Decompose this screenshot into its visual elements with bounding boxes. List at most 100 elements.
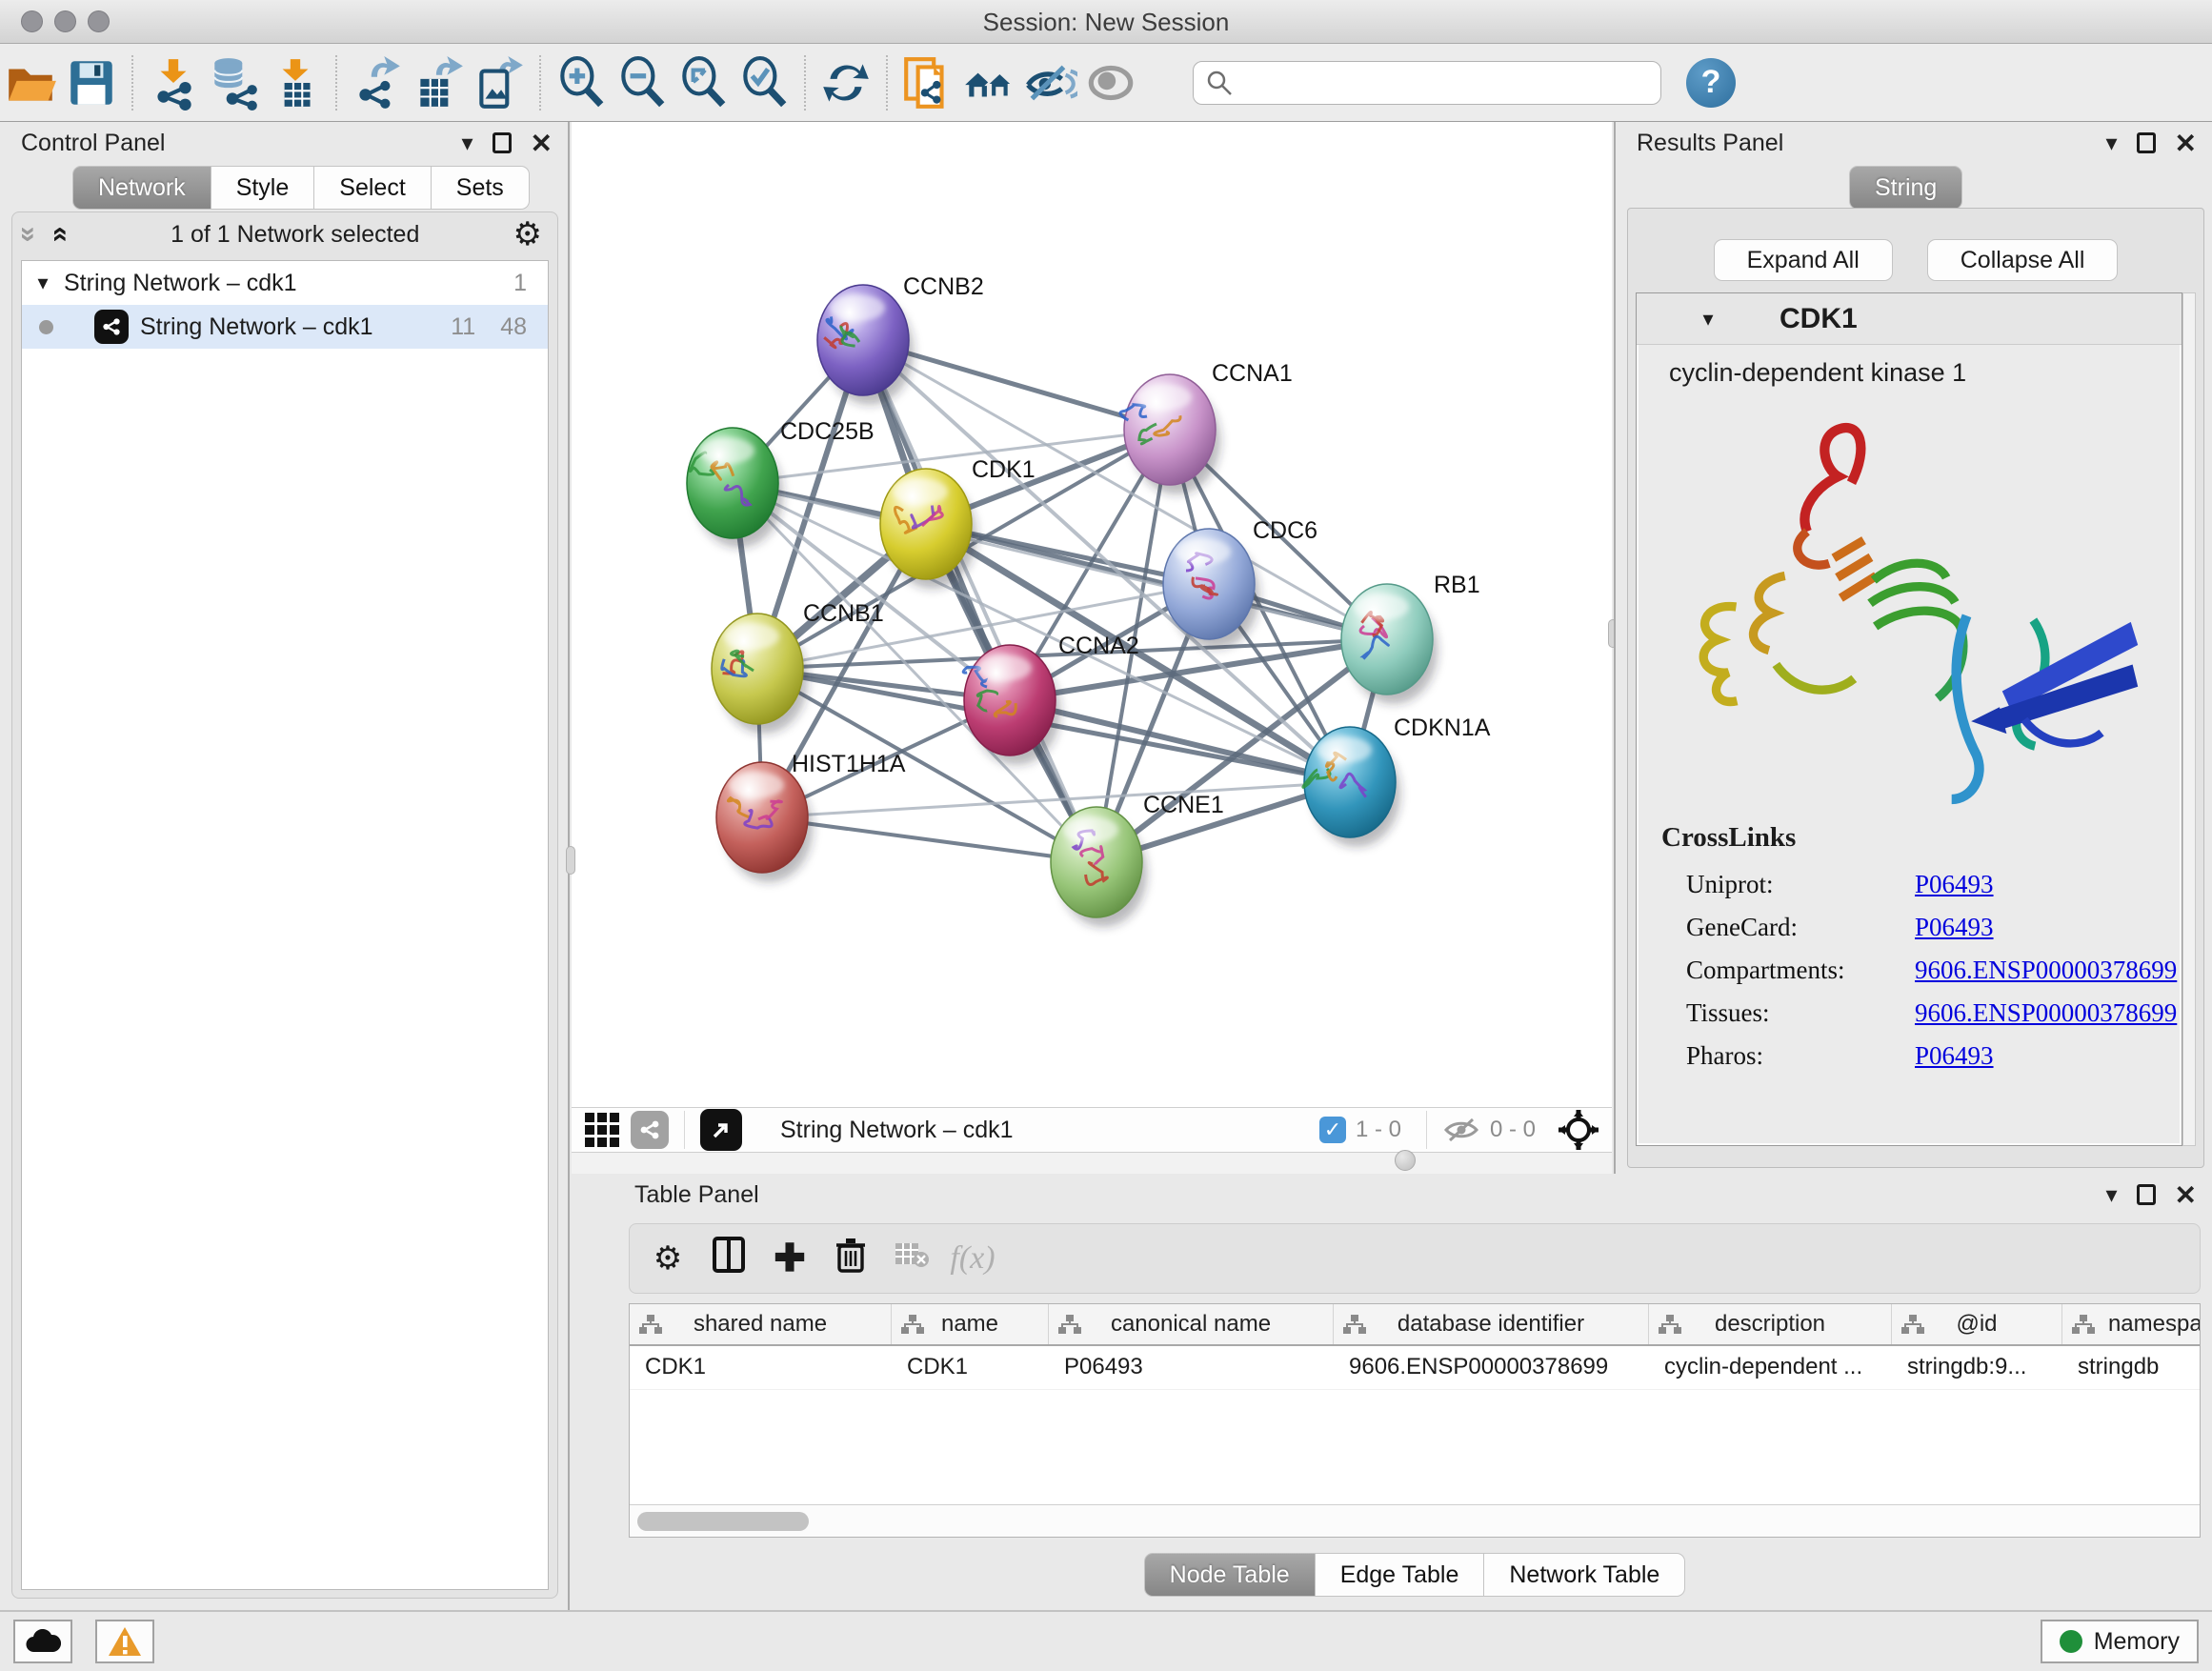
export-image-button[interactable] — [469, 52, 530, 113]
network-row[interactable]: String Network – cdk1 11 48 — [22, 305, 548, 349]
tab-sets[interactable]: Sets — [432, 166, 530, 210]
open-session-button[interactable] — [0, 52, 61, 113]
zoom-fit-button[interactable] — [673, 52, 734, 113]
column-header[interactable]: description — [1649, 1304, 1892, 1344]
crosslink-compartments-link[interactable]: 9606.ENSP00000378699 — [1915, 956, 2177, 985]
panel-float-icon[interactable] — [2137, 132, 2156, 153]
table-horizontal-scrollbar[interactable] — [630, 1504, 2200, 1537]
tab-network[interactable]: Network — [72, 166, 211, 210]
column-header[interactable]: name — [892, 1304, 1049, 1344]
column-header[interactable]: namespace — [2062, 1304, 2201, 1344]
column-header[interactable]: shared name — [630, 1304, 892, 1344]
grid-view-icon[interactable] — [585, 1113, 619, 1147]
cell-description: cyclin-dependent ... — [1649, 1346, 1892, 1389]
column-header[interactable]: @id — [1892, 1304, 2062, 1344]
delete-column-trash-icon[interactable] — [820, 1237, 881, 1281]
horizontal-splitter-handle[interactable] — [1395, 1150, 1416, 1171]
tab-node-table[interactable]: Node Table — [1144, 1553, 1316, 1597]
tab-network-table[interactable]: Network Table — [1484, 1553, 1685, 1597]
network-node-HIST1H1A[interactable] — [716, 762, 808, 873]
save-session-button[interactable] — [61, 52, 122, 113]
panel-close-icon[interactable]: ✕ — [2175, 1179, 2197, 1211]
zoom-selected-button[interactable] — [734, 52, 794, 113]
panel-menu-icon[interactable]: ▾ — [461, 130, 473, 157]
help-button[interactable]: ? — [1686, 58, 1736, 108]
cloud-status-button[interactable] — [13, 1620, 72, 1663]
detach-view-icon[interactable] — [700, 1109, 742, 1151]
add-column-icon[interactable]: ✚ — [759, 1237, 820, 1280]
panel-float-icon[interactable] — [2137, 1184, 2156, 1205]
traffic-light-zoom[interactable] — [88, 10, 110, 32]
show-columns-icon[interactable] — [698, 1237, 759, 1281]
network-node-CCNE1[interactable] — [1051, 807, 1142, 917]
import-table-icon — [268, 55, 323, 111]
network-canvas[interactable]: CCNB2CCNA1CDC25BCDK1CDC6RB1CCNB1CCNA2CDK… — [572, 122, 1612, 1107]
network-node-CDC6[interactable] — [1163, 529, 1255, 639]
show-all-button[interactable] — [1080, 52, 1141, 113]
network-list-box: » « 1 of 1 Network selected ⚙ ▾ String N… — [11, 211, 558, 1599]
export-table-button[interactable] — [408, 52, 469, 113]
panel-close-icon[interactable]: ✕ — [531, 128, 553, 159]
function-builder-icon[interactable]: f(x) — [942, 1240, 1003, 1277]
crosslink-uniprot-link[interactable]: P06493 — [1915, 870, 1994, 899]
network-node-CCNB1[interactable] — [712, 614, 803, 724]
panel-close-icon[interactable]: ✕ — [2175, 128, 2197, 159]
traffic-light-minimize[interactable] — [54, 10, 76, 32]
hide-selected-button[interactable] — [1019, 52, 1080, 113]
tab-string[interactable]: String — [1849, 166, 1962, 210]
results-vertical-scrollbar[interactable] — [2182, 292, 2196, 1146]
import-table-button[interactable] — [265, 52, 326, 113]
zoom-out-button[interactable] — [612, 52, 673, 113]
first-neighbors-button[interactable] — [958, 52, 1019, 113]
tab-edge-table[interactable]: Edge Table — [1316, 1553, 1485, 1597]
delete-table-icon[interactable] — [881, 1240, 942, 1278]
network-node-CDC25B[interactable] — [687, 428, 778, 538]
zoom-in-button[interactable] — [551, 52, 612, 113]
apply-layout-button[interactable] — [815, 52, 876, 113]
tab-select[interactable]: Select — [314, 166, 431, 210]
network-node-RB1[interactable] — [1341, 584, 1433, 695]
duplicate-network-button[interactable] — [897, 52, 958, 113]
column-header[interactable]: database identifier — [1334, 1304, 1649, 1344]
gene-expander-icon[interactable]: ▾ — [1637, 307, 1780, 332]
tree-expander-icon[interactable]: ▾ — [22, 271, 64, 295]
search-input[interactable] — [1234, 70, 1649, 96]
selected-count-checkbox[interactable]: ✓ — [1319, 1117, 1346, 1143]
network-node-CCNA2[interactable] — [963, 645, 1056, 755]
expand-all-button[interactable]: Expand All — [1714, 239, 1893, 281]
memory-button[interactable]: Memory — [2041, 1620, 2199, 1663]
panel-menu-icon[interactable]: ▾ — [2105, 1181, 2117, 1209]
table-row[interactable]: CDK1 CDK1 P06493 9606.ENSP00000378699 cy… — [630, 1346, 2200, 1390]
crosslink-tissues-link[interactable]: 9606.ENSP00000378699 — [1915, 998, 2177, 1028]
search-field[interactable] — [1193, 61, 1661, 105]
import-network-from-database-button[interactable] — [204, 52, 265, 113]
network-overview-icon[interactable] — [631, 1111, 669, 1149]
traffic-light-close[interactable] — [21, 10, 43, 32]
hidden-eye-slash-icon[interactable] — [1442, 1116, 1480, 1144]
expand-all-networks-icon[interactable]: « — [45, 218, 77, 251]
gene-detail-card: ▾ CDK1 cyclin-dependent kinase 1 — [1636, 292, 2182, 1146]
column-header[interactable]: canonical name — [1049, 1304, 1334, 1344]
left-splitter-handle[interactable] — [566, 846, 575, 875]
collapse-all-networks-icon[interactable]: » — [12, 218, 45, 251]
network-options-gear-icon[interactable]: ⚙ — [513, 215, 542, 253]
panel-menu-icon[interactable]: ▾ — [2105, 130, 2117, 157]
network-node-CDKN1A[interactable] — [1303, 727, 1396, 837]
warnings-button[interactable] — [95, 1620, 154, 1663]
collapse-all-button[interactable]: Collapse All — [1927, 239, 2119, 281]
network-node-CDK1[interactable] — [880, 469, 972, 579]
network-node-CCNB2[interactable] — [817, 285, 909, 395]
birdseye-crosshair-icon[interactable] — [1557, 1108, 1600, 1152]
tab-style[interactable]: Style — [211, 166, 315, 210]
export-network-button[interactable] — [347, 52, 408, 113]
table-panel-title: Table Panel — [617, 1181, 2105, 1209]
table-options-gear-icon[interactable]: ⚙ — [637, 1239, 698, 1278]
gene-header-row[interactable]: ▾ CDK1 — [1637, 293, 2182, 345]
network-collection-row[interactable]: ▾ String Network – cdk1 1 — [22, 261, 548, 305]
panel-float-icon[interactable] — [493, 132, 512, 153]
scrollbar-thumb[interactable] — [637, 1512, 809, 1531]
crosslink-genecard-link[interactable]: P06493 — [1915, 913, 1994, 942]
crosslink-pharos-link[interactable]: P06493 — [1915, 1041, 1994, 1071]
network-node-CCNA1[interactable] — [1120, 374, 1216, 485]
import-network-button[interactable] — [143, 52, 204, 113]
